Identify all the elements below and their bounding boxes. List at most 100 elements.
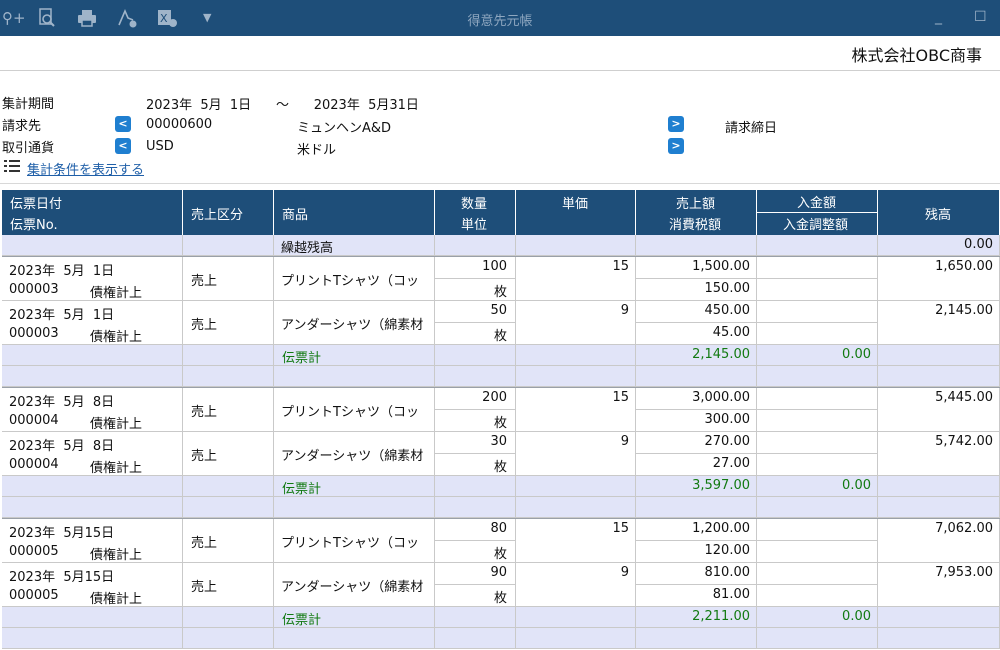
- carry-row-cell[interactable]: 繰越残高: [274, 235, 435, 256]
- subtotal-row-cell[interactable]: [183, 607, 274, 628]
- table-row-adjust[interactable]: [757, 279, 878, 301]
- spacer-row-cell[interactable]: [274, 497, 435, 518]
- table-row-qty[interactable]: 200: [435, 388, 516, 410]
- table-row-product[interactable]: アンダーシャツ（綿素材: [274, 301, 435, 345]
- carry-row-cell[interactable]: 0.00: [878, 235, 1000, 256]
- table-row-tax[interactable]: 120.00: [636, 541, 757, 563]
- table-row-sales[interactable]: 810.00: [636, 563, 757, 585]
- table-row-date[interactable]: 2023年 5月 1日 000003 債権計上: [2, 257, 183, 301]
- spacer-row-cell[interactable]: [636, 366, 757, 387]
- spacer-row-cell[interactable]: [878, 497, 1000, 518]
- table-row-date[interactable]: 2023年 5月 1日 000003 債権計上: [2, 301, 183, 345]
- spacer-row-cell[interactable]: [878, 366, 1000, 387]
- subtotal-row-cell[interactable]: [435, 607, 516, 628]
- subtotal-row-cell[interactable]: [516, 607, 636, 628]
- spacer-row-cell[interactable]: [183, 628, 274, 649]
- header-price[interactable]: 単価: [516, 190, 636, 235]
- subtotal-row-cell[interactable]: [516, 476, 636, 497]
- spacer-row-cell[interactable]: [636, 497, 757, 518]
- table-row-type[interactable]: 売上: [183, 432, 274, 476]
- table-row-sales[interactable]: 450.00: [636, 301, 757, 323]
- subtotal-row-cell[interactable]: 0.00: [757, 607, 878, 628]
- table-row-unit[interactable]: 枚: [435, 410, 516, 432]
- header-product[interactable]: 商品: [274, 190, 435, 235]
- table-row-price[interactable]: 9: [516, 301, 636, 345]
- subtotal-row-cell[interactable]: 伝票計: [274, 345, 435, 366]
- table-row-date[interactable]: 2023年 5月15日 000005 債権計上: [2, 563, 183, 607]
- table-row-adjust[interactable]: [757, 541, 878, 563]
- table-row-payment[interactable]: [757, 301, 878, 323]
- header-sales-type[interactable]: 売上区分: [183, 190, 274, 235]
- spacer-row-cell[interactable]: [878, 628, 1000, 649]
- table-row-type[interactable]: 売上: [183, 257, 274, 301]
- subtotal-row-cell[interactable]: [2, 476, 183, 497]
- spacer-row-cell[interactable]: [757, 497, 878, 518]
- table-row-price[interactable]: 9: [516, 563, 636, 607]
- subtotal-row-cell[interactable]: [183, 476, 274, 497]
- spacer-row-cell[interactable]: [274, 366, 435, 387]
- prev-customer-button[interactable]: <: [115, 116, 131, 132]
- header-balance[interactable]: 残高: [878, 190, 1000, 235]
- subtotal-row-cell[interactable]: [435, 345, 516, 366]
- spacer-row-cell[interactable]: [516, 628, 636, 649]
- table-row-adjust[interactable]: [757, 410, 878, 432]
- carry-row-cell[interactable]: [435, 235, 516, 256]
- table-row-balance[interactable]: 1,650.00: [878, 257, 1000, 301]
- maximize-icon[interactable]: ☐: [974, 9, 987, 25]
- table-row-unit[interactable]: 枚: [435, 279, 516, 301]
- subtotal-row-cell[interactable]: [183, 345, 274, 366]
- header-payment-adjust[interactable]: 入金額 入金調整額: [757, 190, 878, 235]
- spacer-row-cell[interactable]: [516, 366, 636, 387]
- minimize-icon[interactable]: _: [935, 9, 942, 25]
- subtotal-row-cell[interactable]: 2,145.00: [636, 345, 757, 366]
- table-row-balance[interactable]: 2,145.00: [878, 301, 1000, 345]
- table-row-unit[interactable]: 枚: [435, 323, 516, 345]
- table-row-balance[interactable]: 7,062.00: [878, 519, 1000, 563]
- header-sales-tax[interactable]: 売上額 消費税額: [636, 190, 757, 235]
- table-row-sales[interactable]: 270.00: [636, 432, 757, 454]
- subtotal-row-cell[interactable]: [878, 345, 1000, 366]
- table-row-price[interactable]: 15: [516, 257, 636, 301]
- table-row-product[interactable]: プリントTシャツ（コッ: [274, 257, 435, 301]
- table-row-price[interactable]: 15: [516, 388, 636, 432]
- table-row-balance[interactable]: 5,742.00: [878, 432, 1000, 476]
- table-row-qty[interactable]: 50: [435, 301, 516, 323]
- subtotal-row-cell[interactable]: 伝票計: [274, 607, 435, 628]
- carry-row-cell[interactable]: [757, 235, 878, 256]
- carry-row-cell[interactable]: [636, 235, 757, 256]
- subtotal-row-cell[interactable]: [435, 476, 516, 497]
- table-row-unit[interactable]: 枚: [435, 454, 516, 476]
- subtotal-row-cell[interactable]: [878, 476, 1000, 497]
- table-row-tax[interactable]: 45.00: [636, 323, 757, 345]
- subtotal-row-cell[interactable]: [2, 345, 183, 366]
- table-row-qty[interactable]: 90: [435, 563, 516, 585]
- table-row-tax[interactable]: 27.00: [636, 454, 757, 476]
- spacer-row-cell[interactable]: [757, 628, 878, 649]
- subtotal-row-cell[interactable]: 0.00: [757, 476, 878, 497]
- spacer-row-cell[interactable]: [2, 366, 183, 387]
- carry-row-cell[interactable]: [2, 235, 183, 256]
- header-date-slip[interactable]: 伝票日付 伝票No.: [2, 190, 183, 235]
- table-row-tax[interactable]: 81.00: [636, 585, 757, 607]
- table-row-type[interactable]: 売上: [183, 519, 274, 563]
- subtotal-row-cell[interactable]: 0.00: [757, 345, 878, 366]
- table-row-price[interactable]: 15: [516, 519, 636, 563]
- table-row-unit[interactable]: 枚: [435, 541, 516, 563]
- spacer-row-cell[interactable]: [183, 366, 274, 387]
- table-row-sales[interactable]: 1,200.00: [636, 519, 757, 541]
- spacer-row-cell[interactable]: [435, 497, 516, 518]
- table-row-date[interactable]: 2023年 5月15日 000005 債権計上: [2, 519, 183, 563]
- table-row-payment[interactable]: [757, 519, 878, 541]
- table-row-type[interactable]: 売上: [183, 388, 274, 432]
- table-row-tax[interactable]: 150.00: [636, 279, 757, 301]
- table-row-qty[interactable]: 80: [435, 519, 516, 541]
- list-icon[interactable]: [4, 160, 20, 174]
- table-row-payment[interactable]: [757, 432, 878, 454]
- spacer-row-cell[interactable]: [516, 497, 636, 518]
- spacer-row-cell[interactable]: [2, 497, 183, 518]
- table-row-qty[interactable]: 30: [435, 432, 516, 454]
- table-row-unit[interactable]: 枚: [435, 585, 516, 607]
- subtotal-row-cell[interactable]: 3,597.00: [636, 476, 757, 497]
- spacer-row-cell[interactable]: [183, 497, 274, 518]
- table-row-product[interactable]: アンダーシャツ（綿素材: [274, 432, 435, 476]
